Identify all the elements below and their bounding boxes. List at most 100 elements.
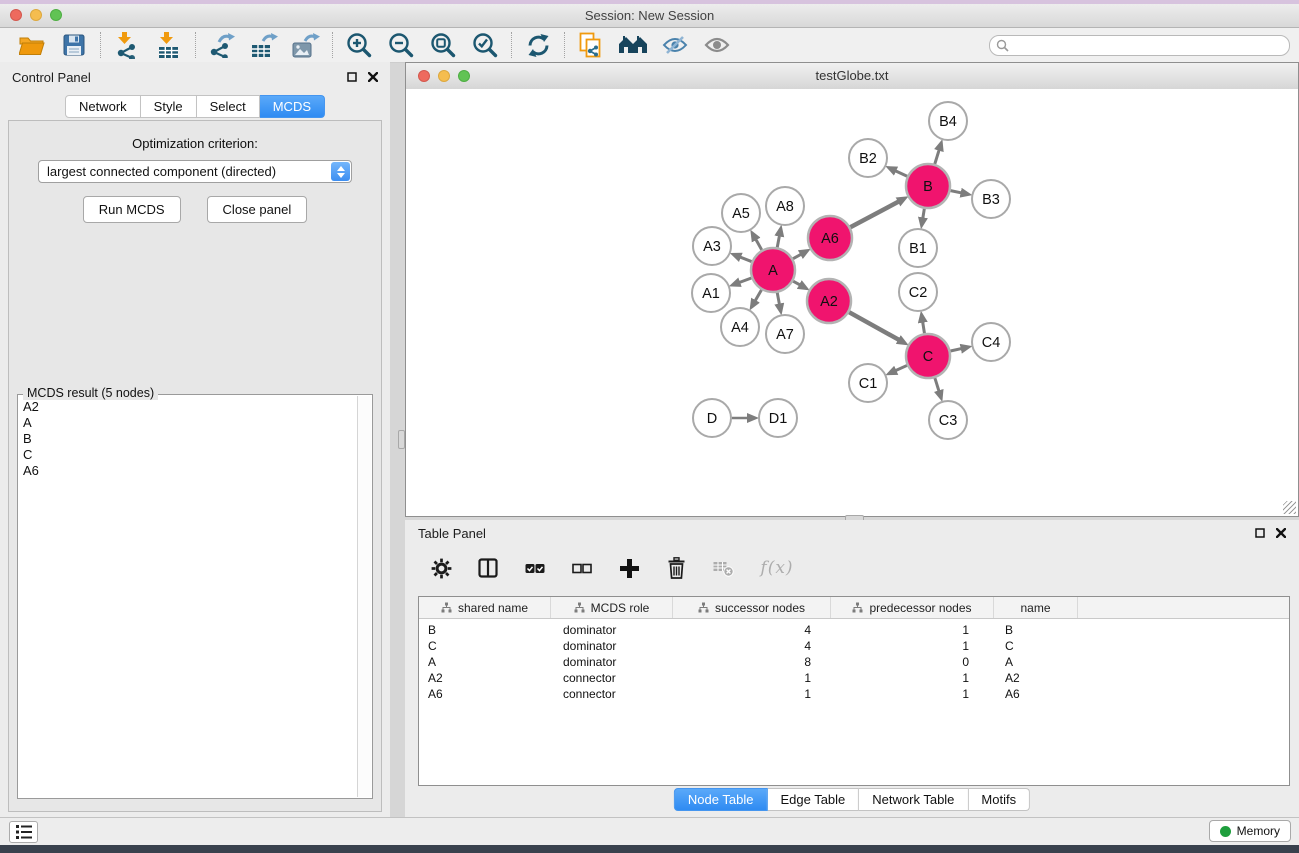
criterion-dropdown[interactable]: largest connected component (directed) (38, 160, 352, 183)
export-network-button[interactable] (207, 31, 237, 59)
table-row[interactable]: A2connector11A2 (419, 670, 1289, 686)
network-canvas[interactable]: AA1A2A3A4A5A6A7A8BB1B2B3B4CC1C2C3C4DD1 (406, 89, 1298, 516)
close-panel-icon[interactable] (368, 72, 378, 82)
column-header-mcds-role[interactable]: MCDS role (551, 597, 673, 618)
tab-mcds[interactable]: MCDS (260, 95, 325, 118)
function-builder-button[interactable]: f(x) (755, 554, 799, 582)
zoom-fit-icon (430, 32, 456, 58)
hide-selected-button[interactable] (660, 31, 690, 59)
graph-edge-A6-B[interactable] (850, 201, 900, 228)
graph-edge-A-A2[interactable] (793, 281, 802, 286)
session-title: Session: New Session (0, 8, 1299, 23)
graph-edge-C-C2[interactable] (922, 320, 924, 334)
graph-edge-B-B2[interactable] (893, 170, 907, 176)
search-input[interactable] (1009, 37, 1289, 53)
graph-edge-A2-C[interactable] (849, 312, 901, 341)
home-button[interactable] (618, 31, 648, 59)
import-network-button[interactable] (112, 31, 142, 59)
trash-icon (667, 557, 686, 579)
graph-edge-B-B4[interactable] (935, 148, 940, 164)
float-table-panel-icon[interactable] (1255, 528, 1265, 538)
add-row-button[interactable] (614, 554, 644, 582)
graph-node-label: A1 (702, 286, 720, 302)
zoom-in-button[interactable] (344, 31, 374, 59)
delete-table-button[interactable] (708, 554, 738, 582)
graph-node-label: A6 (821, 231, 839, 247)
open-file-button[interactable] (17, 31, 47, 59)
network-file-icon (579, 32, 603, 59)
mcds-result-item[interactable]: A6 (21, 463, 356, 479)
graph-edge-A-A1[interactable] (737, 278, 751, 283)
tab-node-table[interactable]: Node Table (674, 788, 768, 811)
export-table-button[interactable] (249, 31, 279, 59)
attribute-icon (852, 602, 863, 613)
graph-edge-A-A6[interactable] (793, 253, 803, 259)
vertical-splitter-handle[interactable] (398, 430, 405, 449)
tab-motifs[interactable]: Motifs (968, 788, 1030, 811)
graph-edge-A-A7[interactable] (777, 293, 780, 307)
window-resize-handle[interactable] (1283, 501, 1296, 514)
mcds-result-item[interactable]: B (21, 431, 356, 447)
table-row[interactable]: Bdominator41B (419, 622, 1289, 638)
zoom-selected-icon (472, 32, 498, 58)
table-row[interactable]: A6connector11A6 (419, 686, 1289, 702)
tab-style[interactable]: Style (141, 95, 197, 118)
graph-edge-A-A4[interactable] (754, 290, 761, 303)
eye-icon (704, 35, 730, 55)
export-image-button[interactable] (291, 31, 321, 59)
graph-svg: AA1A2A3A4A5A6A7A8BB1B2B3B4CC1C2C3C4DD1 (406, 89, 1298, 516)
tab-network-table[interactable]: Network Table (859, 788, 968, 811)
main-toolbar (0, 28, 1299, 63)
plus-icon (619, 558, 640, 579)
column-settings-button[interactable] (426, 554, 456, 582)
mcds-result-scrollbar[interactable] (357, 396, 371, 797)
show-all-button[interactable] (702, 31, 732, 59)
deselect-all-button[interactable] (567, 554, 597, 582)
column-header-shared-name[interactable]: shared name (419, 597, 551, 618)
mcds-result-item[interactable]: C (21, 447, 356, 463)
tab-edge-table[interactable]: Edge Table (767, 788, 859, 811)
graph-node-label: B1 (909, 241, 927, 257)
graph-edge-A-A5[interactable] (755, 237, 762, 250)
column-header-successor-nodes[interactable]: successor nodes (673, 597, 831, 618)
save-session-button[interactable] (59, 31, 89, 59)
tab-select[interactable]: Select (197, 95, 260, 118)
import-table-button[interactable] (154, 31, 184, 59)
network-close-button[interactable] (418, 70, 430, 82)
graph-edge-A-A3[interactable] (738, 256, 752, 261)
table-row[interactable]: Cdominator41C (419, 638, 1289, 654)
column-header-predecessor-nodes[interactable]: predecessor nodes (831, 597, 994, 618)
column-header-name[interactable]: name (994, 597, 1078, 618)
float-panel-icon[interactable] (347, 72, 357, 82)
graph-edge-C-C3[interactable] (935, 378, 940, 393)
zoom-fit-button[interactable] (428, 31, 458, 59)
table-cell: dominator (551, 639, 673, 653)
graph-edge-B-B3[interactable] (951, 191, 964, 194)
delete-row-button[interactable] (661, 554, 691, 582)
graph-edge-C-C4[interactable] (950, 348, 963, 351)
graph-edge-B-B1[interactable] (922, 209, 924, 221)
graph-edge-A-A8[interactable] (777, 234, 780, 248)
mcds-result-item[interactable]: A2 (21, 399, 356, 415)
network-minimize-button[interactable] (438, 70, 450, 82)
close-table-panel-icon[interactable] (1276, 528, 1286, 538)
task-history-button[interactable] (9, 821, 38, 843)
show-columns-button[interactable] (473, 554, 503, 582)
refresh-button[interactable] (523, 31, 553, 59)
run-mcds-button[interactable]: Run MCDS (83, 196, 181, 223)
graph-node-label: C1 (859, 376, 878, 392)
table-row[interactable]: Adominator80A (419, 654, 1289, 670)
zoom-selected-button[interactable] (470, 31, 500, 59)
close-panel-button[interactable]: Close panel (207, 196, 308, 223)
memory-button[interactable]: Memory (1209, 820, 1291, 842)
delete-table-icon (713, 559, 734, 577)
tab-network[interactable]: Network (65, 95, 141, 118)
network-maximize-button[interactable] (458, 70, 470, 82)
graph-edge-C-C1[interactable] (894, 365, 907, 371)
mcds-result-item[interactable]: A (21, 415, 356, 431)
control-panel-tabs: Network Style Select MCDS (65, 95, 325, 118)
zoom-out-button[interactable] (386, 31, 416, 59)
network-view-window: testGlobe.txt AA1A2A3A4A5A6A7A8BB1B2B3B4… (405, 62, 1299, 517)
select-all-button[interactable] (520, 554, 550, 582)
create-network-from-file-button[interactable] (576, 31, 606, 59)
